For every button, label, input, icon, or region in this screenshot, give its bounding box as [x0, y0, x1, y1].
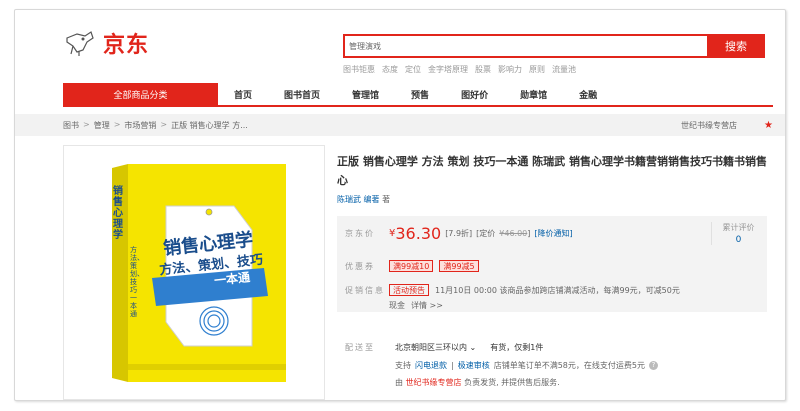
- chevron-right-icon: >: [113, 120, 121, 129]
- promo-row: 促销信息 活动预告 11月10日 00:00 该商品参加跨店铺满减活动，每满99…: [345, 284, 680, 296]
- hot-words: 图书钜惠 态度 定位 金字塔原理 股票 影响力 原则 流量池: [343, 64, 576, 75]
- price-box: 京东价 ¥ 36.30 [7.9折] [定价 ¥46.00 ] [降价通知] 累…: [337, 216, 767, 312]
- breadcrumb-item[interactable]: 图书: [63, 120, 79, 131]
- search-button[interactable]: 搜索: [707, 34, 765, 58]
- delivery-row: 配送至 北京朝阳区三环以内 ⌄ 有货，仅剩1件: [345, 342, 543, 353]
- nav-item-books-home[interactable]: 图书首页: [268, 88, 336, 101]
- breadcrumb-item[interactable]: 市场营销: [124, 120, 156, 131]
- promo-details-link[interactable]: 详情 >>: [411, 300, 443, 311]
- promo-cash: 现金: [389, 301, 405, 310]
- orig-price-value: ¥46.00: [499, 229, 528, 238]
- orig-price-label: [定价: [476, 229, 496, 238]
- hotword-link[interactable]: 股票: [475, 64, 491, 75]
- hotword-link[interactable]: 定位: [405, 64, 421, 75]
- price-discount: [7.9折]: [445, 229, 473, 238]
- promo-tag: 活动预告: [389, 284, 429, 296]
- delivery-area-select[interactable]: 北京朝阳区三环以内 ⌄: [395, 342, 476, 353]
- shop-name-link[interactable]: 世纪书缘专营店: [681, 120, 737, 131]
- price-row: 京东价 ¥ 36.30 [7.9折] [定价 ¥46.00 ] [降价通知]: [345, 224, 573, 243]
- jd-logo[interactable]: 京东: [63, 26, 149, 60]
- hotword-link[interactable]: 流量池: [552, 64, 576, 75]
- main-nav: 全部商品分类 首页 图书首页 管理馆 预售 图好价 勋章馆 金融: [63, 83, 773, 107]
- all-categories-button[interactable]: 全部商品分类: [63, 83, 218, 106]
- search-input[interactable]: [343, 34, 707, 58]
- chevron-right-icon: >: [83, 120, 90, 129]
- author-suffix: 著: [382, 195, 391, 204]
- seller-row: 由 世纪书缘专营店 负责发货, 并提供售后服务.: [395, 377, 560, 388]
- logo-text: 京东: [103, 33, 150, 58]
- rating-box[interactable]: 累计评价 0: [711, 222, 759, 245]
- coupon-label: 优惠券: [345, 261, 375, 271]
- spine-title: 销售心理学: [113, 186, 123, 241]
- price-notify-link[interactable]: [降价通知]: [534, 228, 572, 239]
- product-title: 正版 销售心理学 方法 策划 技巧一本通 陈瑞武 销售心理学书籍营销销售技巧书籍…: [337, 155, 767, 187]
- orig-price-close: ]: [527, 229, 531, 238]
- hotword-link[interactable]: 原则: [529, 64, 545, 75]
- star-icon: ★: [764, 120, 773, 131]
- service-fast-review[interactable]: 极速审核: [458, 360, 490, 371]
- breadcrumb: 图书 > 管理 > 市场营销 > 正版 销售心理学 方...: [63, 120, 248, 131]
- coupon-row: 优惠券 满99减10 满99减5: [345, 260, 485, 272]
- delivery-label: 配送至: [345, 343, 375, 352]
- jd-dog-icon: [63, 28, 99, 58]
- hotword-link[interactable]: 图书钜惠: [343, 64, 375, 75]
- seller-prefix: 由: [395, 378, 403, 387]
- nav-item-home[interactable]: 首页: [218, 88, 268, 101]
- breadcrumb-bar: 图书 > 管理 > 市场营销 > 正版 销售心理学 方... 世纪书缘专营店 ★: [15, 114, 785, 136]
- promo-text: 11月10日 00:00 该商品参加跨店铺满减活动，每满99元，可减50元: [435, 285, 680, 295]
- author-link[interactable]: 陈瑞武: [337, 195, 361, 204]
- service-flash-refund[interactable]: 闪电退款: [415, 360, 447, 371]
- promo-label: 促销信息: [345, 285, 385, 295]
- seller-text: 负责发货, 并提供售后服务.: [464, 378, 560, 387]
- nav-item-deals[interactable]: 图好价: [445, 88, 504, 101]
- author-line: 陈瑞武 编著 著: [337, 194, 390, 205]
- coupon-tag[interactable]: 满99减10: [389, 260, 434, 272]
- price-value: 36.30: [395, 224, 442, 243]
- rating-label: 累计评价: [722, 223, 755, 232]
- chevron-right-icon: >: [160, 120, 168, 129]
- service-separator: |: [451, 361, 454, 370]
- product-image[interactable]: 销售心理学 方法、策划、技巧 一本通 销售心理学 方法、策划、技巧一本通: [63, 145, 325, 400]
- promo-extra-row: 现金 详情 >>: [389, 300, 443, 311]
- seller-name-link[interactable]: 世纪书缘专营店: [406, 378, 462, 387]
- browser-frame: 京东 搜索 图书钜惠 态度 定位 金字塔原理 股票 影响力 原则 流量池 全部商…: [14, 9, 786, 401]
- hotword-link[interactable]: 金字塔原理: [428, 64, 468, 75]
- author-role: 编著: [363, 195, 380, 204]
- price-label: 京东价: [345, 229, 375, 238]
- shipping-fee-text: 店铺单笔订单不满58元，在线支付运费5元: [493, 361, 645, 370]
- nav-item-medals[interactable]: 勋章馆: [504, 88, 563, 101]
- breadcrumb-item[interactable]: 管理: [94, 120, 110, 131]
- service-prefix: 支持: [395, 361, 411, 370]
- nav-item-management[interactable]: 管理馆: [336, 88, 395, 101]
- service-row: 支持 闪电退款 | 极速审核 店铺单笔订单不满58元，在线支付运费5元 ?: [395, 360, 658, 371]
- hotword-link[interactable]: 影响力: [498, 64, 522, 75]
- rating-count: 0: [735, 235, 742, 245]
- breadcrumb-item-current: 正版 销售心理学 方...: [171, 121, 248, 130]
- search-bar: 搜索: [343, 34, 765, 58]
- hotword-link[interactable]: 态度: [382, 64, 398, 75]
- coupon-tag[interactable]: 满99减5: [439, 260, 479, 272]
- stock-status: 有货，仅剩1件: [490, 343, 544, 352]
- nav-item-presale[interactable]: 预售: [395, 88, 445, 101]
- help-icon[interactable]: ?: [648, 361, 658, 370]
- spine-subtitle: 方法、策划、技巧一本通: [130, 246, 144, 318]
- nav-item-finance[interactable]: 金融: [563, 88, 613, 101]
